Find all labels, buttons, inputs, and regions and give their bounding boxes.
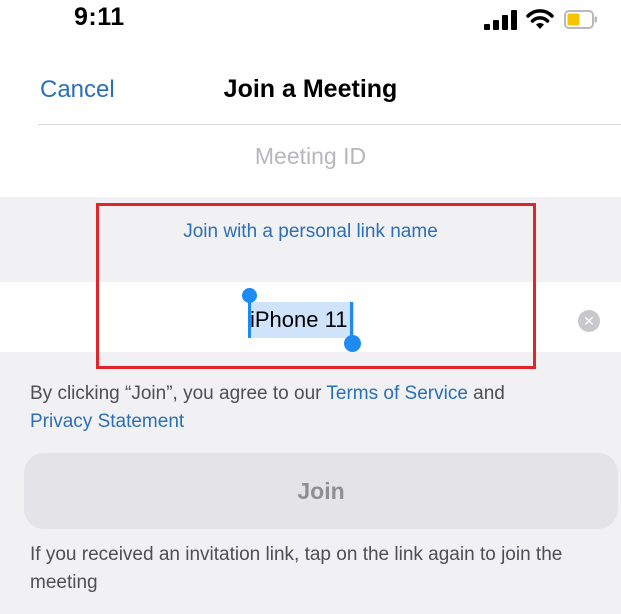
terms-prefix: By clicking “Join”, you agree to our — [30, 383, 327, 404]
meeting-id-input[interactable]: Meeting ID — [0, 143, 621, 170]
privacy-statement-link[interactable]: Privacy Statement — [30, 411, 184, 432]
terms-text: By clicking “Join”, you agree to our Ter… — [30, 380, 590, 436]
join-button[interactable]: Join — [24, 453, 618, 529]
nav-divider — [38, 124, 621, 125]
status-icons — [484, 8, 604, 32]
highlight-box — [96, 203, 536, 369]
terms-middle: and — [467, 383, 505, 404]
wifi-icon — [526, 9, 554, 29]
signal-icon — [484, 10, 517, 30]
invite-note: If you received an invitation link, tap … — [30, 544, 563, 593]
battery-icon — [564, 10, 597, 29]
page-title: Join a Meeting — [223, 75, 398, 103]
terms-of-service-link[interactable]: Terms of Service — [326, 383, 467, 404]
clear-icon[interactable]: ✕ — [578, 310, 600, 332]
status-time: 9:11 — [74, 3, 125, 31]
